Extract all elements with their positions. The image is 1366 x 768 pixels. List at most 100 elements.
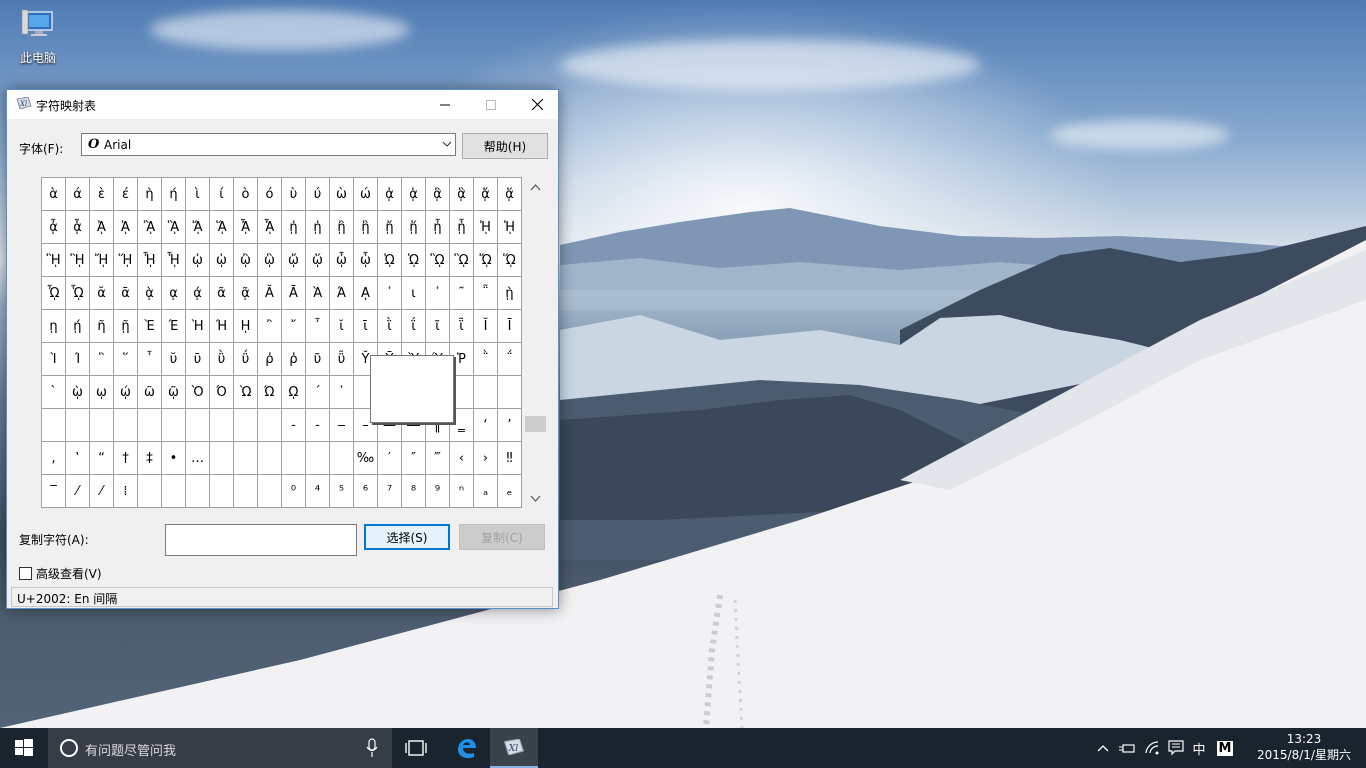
character-cell[interactable]: •	[162, 442, 186, 475]
character-cell[interactable]	[114, 409, 138, 442]
character-cell[interactable]: ή	[162, 178, 186, 211]
character-cell[interactable]: ᾤ	[282, 244, 306, 277]
help-button[interactable]: 帮助(H)	[462, 133, 548, 159]
edge-taskbar-button[interactable]	[442, 728, 490, 768]
character-cell[interactable]: ῄ	[66, 310, 90, 343]
character-cell[interactable]: ₑ	[498, 475, 522, 508]
start-button[interactable]	[0, 728, 48, 768]
character-cell[interactable]: ά	[66, 178, 90, 211]
character-cell[interactable]: ῁	[474, 277, 498, 310]
character-cell[interactable]: ›	[474, 442, 498, 475]
character-cell[interactable]: Ώ	[258, 376, 282, 409]
select-button[interactable]: 选择(S)	[364, 524, 450, 550]
character-cell[interactable]: ῇ	[114, 310, 138, 343]
scroll-up-icon[interactable]	[530, 183, 541, 193]
character-cell[interactable]: ῤ	[258, 343, 282, 376]
character-cell[interactable]: ῲ	[66, 376, 90, 409]
character-cell[interactable]	[474, 376, 498, 409]
character-cell[interactable]: ᾉ	[114, 211, 138, 244]
character-cell[interactable]: ᾟ	[162, 244, 186, 277]
character-cell[interactable]: ⁄	[90, 475, 114, 508]
character-cell[interactable]	[186, 475, 210, 508]
character-cell[interactable]: ὺ	[282, 178, 306, 211]
character-cell[interactable]	[138, 475, 162, 508]
character-cell[interactable]: ῼ	[282, 376, 306, 409]
character-cell[interactable]: ⁄	[66, 475, 90, 508]
character-cell[interactable]: ᾃ	[450, 178, 474, 211]
character-cell[interactable]: ᾑ	[306, 211, 330, 244]
character-cell[interactable]: ΅	[498, 343, 522, 376]
character-cell[interactable]: ‒	[330, 409, 354, 442]
character-cell[interactable]	[42, 409, 66, 442]
character-cell[interactable]: ᾶ	[210, 277, 234, 310]
character-cell[interactable]	[138, 409, 162, 442]
character-cell[interactable]: ῴ	[114, 376, 138, 409]
character-cell[interactable]: ᾜ	[90, 244, 114, 277]
checkbox-box[interactable]	[19, 567, 32, 580]
character-cell[interactable]: ῞	[114, 343, 138, 376]
character-cell[interactable]	[210, 409, 234, 442]
character-cell[interactable]: ᾊ	[138, 211, 162, 244]
character-cell[interactable]: ᾦ	[330, 244, 354, 277]
character-cell[interactable]: ῒ	[378, 310, 402, 343]
microphone-icon[interactable]	[366, 738, 378, 758]
character-cell[interactable]: ᾔ	[378, 211, 402, 244]
character-cell[interactable]: ⁿ	[450, 475, 474, 508]
character-cell[interactable]: ῢ	[210, 343, 234, 376]
character-cell[interactable]: ύ	[306, 178, 330, 211]
character-cell[interactable]: Ί	[66, 343, 90, 376]
character-grid[interactable]: ὰάὲέὴήὶίὸόὺύὼώᾀᾁᾂᾃᾄᾅ ᾆᾇᾈᾉᾊᾋᾌᾍᾎᾏᾐᾑᾒᾓᾔᾕᾖᾗᾘᾙ…	[41, 177, 522, 508]
character-cell[interactable]: ᾨ	[378, 244, 402, 277]
character-cell[interactable]: ‰	[354, 442, 378, 475]
cortana-search-box[interactable]: 有问题尽管问我	[48, 728, 392, 768]
advanced-view-checkbox[interactable]: 高级查看(V)	[19, 565, 102, 582]
charmap-taskbar-button[interactable]: Xl	[490, 728, 538, 768]
character-cell[interactable]: Ὸ	[186, 376, 210, 409]
character-cell[interactable]: ῭	[474, 343, 498, 376]
character-cell[interactable]: ᾩ	[402, 244, 426, 277]
character-cell[interactable]: ‴	[426, 442, 450, 475]
character-cell[interactable]: Ὼ	[234, 376, 258, 409]
character-cell[interactable]: ῖ	[426, 310, 450, 343]
character-cell[interactable]: ῀	[450, 277, 474, 310]
copy-button[interactable]: 复制(C)	[459, 524, 545, 550]
character-cell[interactable]: ῝	[90, 343, 114, 376]
character-cell[interactable]: ᾅ	[498, 178, 522, 211]
character-cell[interactable]: ⁰	[282, 475, 306, 508]
character-cell[interactable]: Ά	[330, 277, 354, 310]
character-cell[interactable]: ‾	[42, 475, 66, 508]
character-cell[interactable]: ᾓ	[354, 211, 378, 244]
network-tray-button[interactable]	[1142, 728, 1164, 768]
character-cell[interactable]: ᾷ	[234, 277, 258, 310]
character-cell[interactable]: Ᾱ	[282, 277, 306, 310]
clock[interactable]: 13:23 2015/8/1/星期六	[1250, 731, 1358, 763]
character-cell[interactable]: Ῐ	[474, 310, 498, 343]
character-cell[interactable]: ᾪ	[426, 244, 450, 277]
character-cell[interactable]	[258, 409, 282, 442]
character-cell[interactable]	[306, 442, 330, 475]
character-cell[interactable]: ᾿	[426, 277, 450, 310]
character-cell[interactable]: ῾	[330, 376, 354, 409]
character-cell[interactable]: ᾎ	[234, 211, 258, 244]
character-cell[interactable]	[210, 475, 234, 508]
character-cell[interactable]	[330, 442, 354, 475]
character-cell[interactable]: ᾋ	[162, 211, 186, 244]
character-cell[interactable]: ᾖ	[426, 211, 450, 244]
copy-chars-input[interactable]	[165, 524, 357, 556]
character-cell[interactable]: ῏	[306, 310, 330, 343]
character-cell[interactable]: ῶ	[138, 376, 162, 409]
character-cell[interactable]: †	[114, 442, 138, 475]
character-cell[interactable]	[234, 409, 258, 442]
character-cell[interactable]: Ό	[210, 376, 234, 409]
character-cell[interactable]: ᾼ	[354, 277, 378, 310]
character-cell[interactable]: ῠ	[162, 343, 186, 376]
character-cell[interactable]: ´	[306, 376, 330, 409]
character-cell[interactable]: ᾐ	[282, 211, 306, 244]
character-cell[interactable]: ⁹	[426, 475, 450, 508]
character-cell[interactable]: ῆ	[90, 310, 114, 343]
character-cell[interactable]: ᾒ	[330, 211, 354, 244]
character-cell[interactable]	[258, 442, 282, 475]
character-cell[interactable]: ᾡ	[210, 244, 234, 277]
character-cell[interactable]	[234, 442, 258, 475]
notifications-tray-button[interactable]	[1166, 728, 1186, 768]
